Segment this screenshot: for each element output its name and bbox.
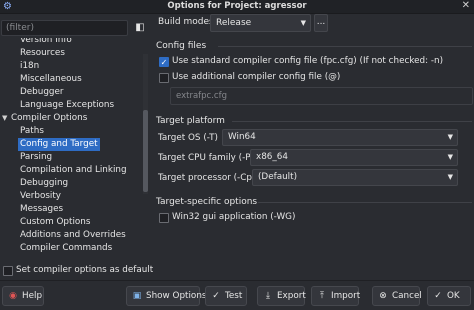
- build-modes-label: Build modes: [158, 17, 214, 27]
- help-lifebuoy-icon: ◉: [9, 291, 17, 301]
- tree-item-miscellaneous[interactable]: Miscellaneous: [18, 73, 84, 86]
- tree-item-messages[interactable]: Messages: [18, 203, 65, 216]
- config-files-title: Config files: [156, 41, 207, 51]
- export-button-label: Export: [277, 291, 306, 301]
- tree-item-custom-options[interactable]: Custom Options: [18, 216, 92, 229]
- chevron-down-icon: ▼: [447, 153, 453, 161]
- tree-item-config-and-target[interactable]: Config and Target: [18, 138, 100, 151]
- target-specific-divider: [258, 202, 472, 203]
- chevron-down-icon: ▼: [447, 173, 453, 181]
- target-platform-divider: [232, 121, 472, 122]
- target-cpu-select[interactable]: x86_64 ▼: [250, 149, 458, 166]
- win32-gui-checkbox[interactable]: [159, 213, 169, 223]
- tree-item-compiler-commands[interactable]: Compiler Commands: [18, 242, 114, 255]
- set-default-label: Set compiler options as default: [16, 265, 154, 275]
- test-button-label: Test: [225, 291, 243, 301]
- close-window-icon[interactable]: ✕: [462, 0, 470, 11]
- build-modes-more-button[interactable]: ...: [314, 14, 328, 32]
- show-options-button-label: Show Options: [146, 291, 207, 301]
- test-button[interactable]: ✓ Test: [205, 286, 247, 306]
- options-tree-panel: (filter) ◧ Version Info Resources i18n M…: [0, 14, 151, 262]
- export-icon: ⤓: [266, 291, 270, 301]
- use-standard-config-checkbox[interactable]: ✓: [159, 57, 169, 67]
- use-additional-config-label: Use additional compiler config file (@): [172, 72, 341, 82]
- target-os-label: Target OS (-T): [158, 133, 218, 143]
- use-additional-config-checkbox[interactable]: [159, 73, 169, 83]
- target-specific-title: Target-specific options: [156, 197, 258, 207]
- checkmark-icon: ✓: [434, 291, 442, 301]
- export-button[interactable]: ⤓ Export: [257, 286, 306, 306]
- target-cpu-label: Target CPU family (-P): [158, 153, 254, 163]
- cancel-button-label: Cancel: [392, 291, 422, 301]
- target-platform-title: Target platform: [156, 116, 225, 126]
- target-processor-value: (Default): [258, 172, 298, 182]
- import-button[interactable]: ⤒ Import: [311, 286, 361, 306]
- import-icon: ⤒: [320, 291, 324, 301]
- target-processor-select[interactable]: (Default) ▼: [252, 169, 458, 186]
- tree-scrollbar-thumb[interactable]: [143, 110, 148, 192]
- filter-input[interactable]: (filter): [1, 20, 128, 36]
- tree-item-verbosity[interactable]: Verbosity: [18, 190, 63, 203]
- show-options-icon: ▣: [132, 291, 142, 301]
- additional-config-path-input[interactable]: extrafpc.cfg: [170, 87, 473, 105]
- title-bar: ⚙ Options for Project: agressor ✕: [0, 0, 474, 14]
- import-button-label: Import: [331, 291, 361, 301]
- ok-button-label: OK: [447, 291, 460, 301]
- ok-button[interactable]: ✓ OK: [427, 286, 471, 306]
- tree-item-debugger[interactable]: Debugger: [18, 86, 66, 99]
- checkmark-icon: ✓: [212, 291, 220, 301]
- target-processor-label: Target processor (-Cp): [158, 173, 256, 183]
- build-modes-value: Release: [216, 18, 252, 28]
- options-tree: Version Info Resources i18n Miscellaneou…: [0, 38, 143, 260]
- use-standard-config-label: Use standard compiler config file (fpc.c…: [172, 56, 444, 66]
- tree-item-i18n[interactable]: i18n: [18, 60, 41, 73]
- set-default-checkbox[interactable]: [3, 266, 13, 276]
- tree-item-parsing[interactable]: Parsing: [18, 151, 54, 164]
- tree-item-language-exceptions[interactable]: Language Exceptions: [18, 99, 116, 112]
- help-button-label: Help: [22, 291, 43, 301]
- tree-item-debugging[interactable]: Debugging: [18, 177, 70, 190]
- target-cpu-value: x86_64: [256, 152, 288, 162]
- chevron-down-icon: ▼: [447, 133, 453, 141]
- tree-item-compilation-and-linking[interactable]: Compilation and Linking: [18, 164, 129, 177]
- clear-filter-icon[interactable]: ◧: [131, 20, 149, 36]
- tree-item-paths[interactable]: Paths: [18, 125, 46, 138]
- tree-item-compiler-options[interactable]: Compiler Options: [9, 112, 89, 125]
- tree-item-resources[interactable]: Resources: [18, 47, 67, 60]
- tree-item-additions-and-overrides[interactable]: Additions and Overrides: [18, 229, 128, 242]
- target-os-value: Win64: [228, 132, 256, 142]
- expand-arrow-icon[interactable]: ▼: [2, 112, 7, 125]
- cancel-x-icon: ⊗: [379, 291, 387, 301]
- build-modes-select[interactable]: Release ▼: [210, 14, 311, 32]
- target-os-select[interactable]: Win64 ▼: [222, 129, 458, 146]
- window-title: Options for Project: agressor: [167, 1, 307, 11]
- cancel-button[interactable]: ⊗ Cancel: [372, 286, 422, 306]
- bottom-divider: [0, 280, 474, 281]
- help-button[interactable]: ◉ Help: [2, 286, 44, 306]
- win32-gui-label: Win32 gui application (-WG): [172, 212, 296, 222]
- chevron-down-icon: ▼: [300, 19, 306, 27]
- show-options-button[interactable]: ▣ Show Options: [126, 286, 206, 306]
- config-files-divider: [218, 46, 472, 47]
- tree-item-version-info[interactable]: Version Info: [18, 38, 74, 47]
